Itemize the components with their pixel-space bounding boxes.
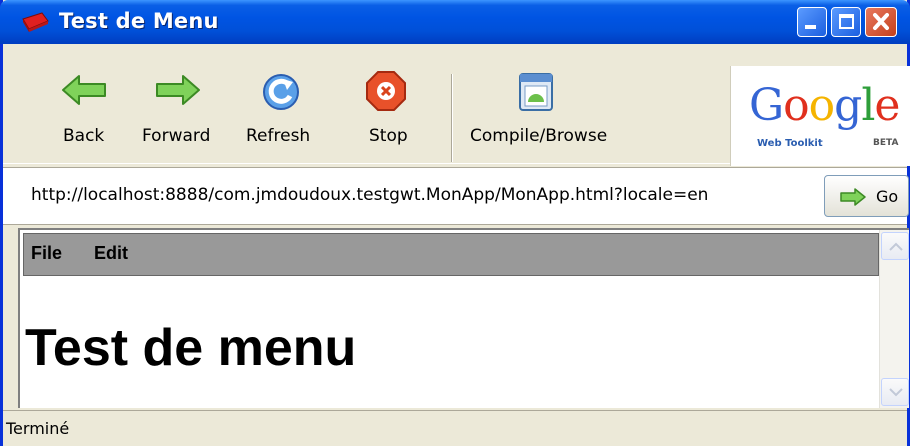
maximize-icon [839, 14, 854, 29]
go-arrow-icon [840, 188, 866, 206]
go-button[interactable]: Go [824, 175, 909, 217]
refresh-label: Refresh [246, 126, 311, 146]
menu-edit[interactable]: Edit [94, 243, 128, 264]
window-title: Test de Menu [59, 9, 219, 33]
close-icon [873, 13, 889, 30]
google-logo-text: Google [749, 80, 900, 131]
back-button[interactable]: Back [53, 44, 123, 164]
menu-file[interactable]: File [31, 243, 62, 264]
status-bar: Terminé [3, 410, 907, 446]
toolbar: Back Forward Refresh Stop Compile/Browse… [3, 44, 910, 166]
gwt-logo: Google Web Toolkit BETA [730, 66, 910, 166]
back-arrow-icon [62, 75, 106, 105]
compile-browse-button[interactable]: Compile/Browse [468, 44, 618, 164]
browser-window: Test de Menu Back Forward Refresh Stop C… [0, 0, 910, 446]
forward-arrow-icon [156, 75, 200, 105]
app-menu-bar: File Edit [23, 233, 879, 276]
gwt-app-icon [22, 12, 49, 32]
page-heading: Test de menu [25, 319, 357, 377]
stop-label: Stop [369, 126, 408, 146]
refresh-icon [263, 74, 299, 110]
stop-icon [366, 71, 406, 111]
beta-text: BETA [873, 138, 899, 148]
address-bar: http://localhost:8888/com.jmdoudoux.test… [3, 167, 909, 225]
minimize-button[interactable] [797, 7, 827, 37]
compile-browse-icon [519, 73, 553, 111]
scroll-up-button[interactable] [881, 232, 909, 260]
go-label: Go [876, 187, 899, 206]
title-bar[interactable]: Test de Menu [0, 0, 910, 44]
url-field[interactable]: http://localhost:8888/com.jmdoudoux.test… [31, 185, 708, 205]
compile-browse-label: Compile/Browse [470, 126, 608, 146]
chevron-up-icon [889, 242, 903, 251]
scroll-down-button[interactable] [881, 378, 909, 406]
page-viewport: File Edit Test de menu [18, 228, 909, 408]
refresh-button[interactable]: Refresh [243, 44, 323, 164]
close-button[interactable] [865, 7, 897, 37]
maximize-button[interactable] [831, 7, 861, 37]
minimize-icon [805, 25, 816, 29]
stop-button[interactable]: Stop [361, 44, 419, 164]
forward-label: Forward [142, 126, 211, 146]
forward-button[interactable]: Forward [139, 44, 223, 164]
status-text: Terminé [6, 419, 70, 438]
web-toolkit-text: Web Toolkit [757, 138, 823, 149]
chevron-down-icon [889, 388, 903, 397]
toolbar-separator [451, 74, 453, 162]
vertical-scrollbar[interactable] [879, 230, 909, 408]
back-label: Back [63, 126, 105, 146]
